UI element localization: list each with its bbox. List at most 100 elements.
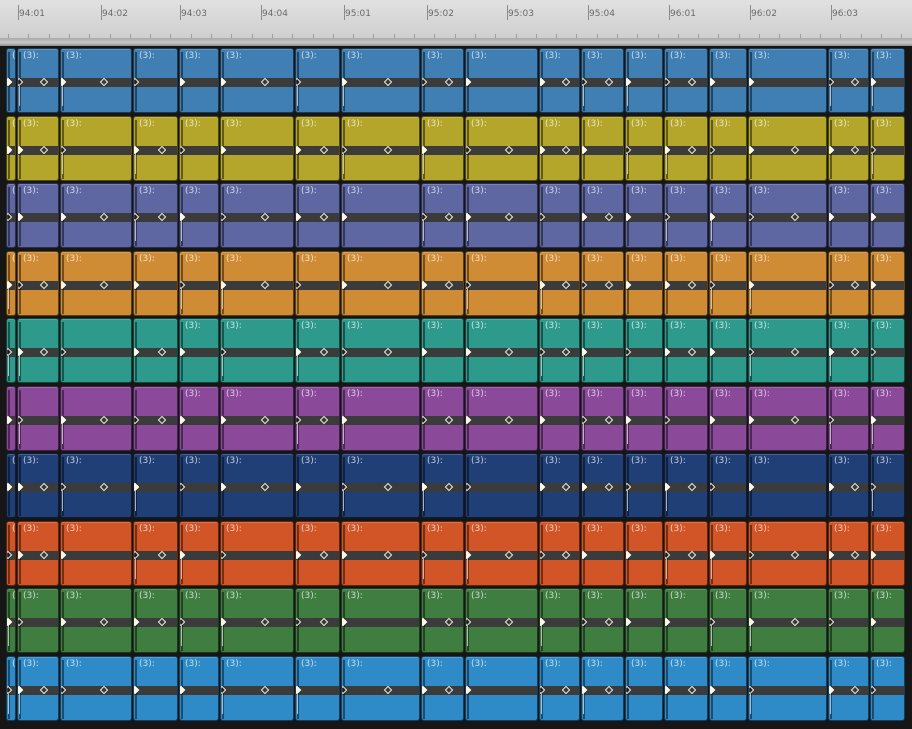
- audio-clip[interactable]: (3):: [6, 588, 16, 653]
- fade-handle[interactable]: [627, 491, 628, 511]
- audio-clip[interactable]: (3):: [465, 453, 538, 518]
- automation-lane[interactable]: [61, 281, 131, 290]
- audio-clip[interactable]: (3):: [828, 521, 869, 586]
- audio-clip[interactable]: (3):: [220, 318, 294, 383]
- fade-handle[interactable]: [666, 491, 667, 511]
- audio-clip[interactable]: (3):: [17, 251, 59, 316]
- automation-lane[interactable]: [180, 213, 218, 222]
- automation-lane[interactable]: [829, 213, 868, 222]
- automation-lane[interactable]: [871, 483, 904, 492]
- audio-clip[interactable]: (3):: [179, 453, 219, 518]
- automation-lane[interactable]: [749, 281, 826, 290]
- automation-lane[interactable]: [582, 213, 623, 222]
- audio-clip[interactable]: (3):: [295, 48, 340, 113]
- automation-lane[interactable]: [134, 78, 177, 87]
- audio-clip[interactable]: (3):: [295, 386, 340, 451]
- fade-handle[interactable]: [8, 289, 9, 309]
- audio-clip[interactable]: (3):: [709, 453, 747, 518]
- audio-clip[interactable]: [60, 386, 132, 451]
- automation-lane[interactable]: [466, 281, 537, 290]
- fade-handle[interactable]: [19, 356, 20, 376]
- automation-lane[interactable]: [180, 686, 218, 695]
- automation-lane[interactable]: [665, 78, 707, 87]
- fade-handle[interactable]: [583, 86, 584, 106]
- automation-lane[interactable]: [422, 213, 463, 222]
- automation-lane[interactable]: [134, 686, 177, 695]
- automation-lane[interactable]: [61, 483, 131, 492]
- automation-lane[interactable]: [582, 686, 623, 695]
- automation-lane[interactable]: [221, 78, 293, 87]
- automation-lane[interactable]: [466, 618, 537, 627]
- audio-clip[interactable]: (3):: [828, 588, 869, 653]
- automation-lane[interactable]: [466, 348, 537, 357]
- automation-lane[interactable]: [626, 146, 662, 155]
- fade-handle[interactable]: [343, 424, 344, 444]
- automation-lane[interactable]: [221, 348, 293, 357]
- audio-clip[interactable]: (3):: [341, 656, 420, 721]
- audio-clip[interactable]: (3):: [539, 588, 580, 653]
- automation-lane[interactable]: [296, 416, 339, 425]
- fade-handle[interactable]: [583, 356, 584, 376]
- automation-lane[interactable]: [18, 78, 58, 87]
- automation-lane[interactable]: [422, 551, 463, 560]
- audio-clip[interactable]: (3):: [465, 48, 538, 113]
- automation-lane[interactable]: [296, 213, 339, 222]
- audio-clip[interactable]: (3):: [295, 453, 340, 518]
- automation-lane[interactable]: [710, 213, 746, 222]
- automation-lane[interactable]: [61, 78, 131, 87]
- automation-lane[interactable]: [626, 551, 662, 560]
- audio-clip[interactable]: (3):: [664, 521, 708, 586]
- automation-lane[interactable]: [180, 551, 218, 560]
- audio-clip[interactable]: (3):: [6, 48, 16, 113]
- audio-clip[interactable]: (3):: [828, 183, 869, 248]
- audio-clip[interactable]: (3):: [581, 116, 624, 181]
- fade-handle[interactable]: [666, 221, 667, 241]
- audio-clip[interactable]: (3):: [60, 48, 132, 113]
- automation-lane[interactable]: [134, 146, 177, 155]
- fade-handle[interactable]: [711, 221, 712, 241]
- automation-lane[interactable]: [829, 146, 868, 155]
- automation-lane[interactable]: [665, 281, 707, 290]
- fade-handle[interactable]: [135, 154, 136, 174]
- audio-clip[interactable]: (3):: [341, 521, 420, 586]
- fade-handle[interactable]: [830, 424, 831, 444]
- automation-lane[interactable]: [61, 551, 131, 560]
- audio-clip[interactable]: (3):: [421, 251, 464, 316]
- audio-clip[interactable]: (3):: [539, 453, 580, 518]
- fade-handle[interactable]: [19, 86, 20, 106]
- audio-clip[interactable]: (3):: [539, 521, 580, 586]
- audio-clip[interactable]: (3):: [421, 588, 464, 653]
- automation-lane[interactable]: [582, 348, 623, 357]
- automation-lane[interactable]: [582, 416, 623, 425]
- automation-lane[interactable]: [422, 348, 463, 357]
- audio-clip[interactable]: (3):: [664, 386, 708, 451]
- automation-lane[interactable]: [540, 348, 579, 357]
- audio-clip[interactable]: [17, 318, 59, 383]
- audio-clip[interactable]: (3):: [341, 251, 420, 316]
- automation-lane[interactable]: [342, 281, 419, 290]
- automation-lane[interactable]: [342, 686, 419, 695]
- audio-clip[interactable]: [6, 318, 16, 383]
- audio-clip[interactable]: (3):: [179, 318, 219, 383]
- automation-lane[interactable]: [665, 348, 707, 357]
- fade-handle[interactable]: [181, 626, 182, 646]
- fade-handle[interactable]: [8, 694, 9, 714]
- audio-clip[interactable]: (3):: [664, 656, 708, 721]
- audio-clip[interactable]: (3):: [870, 386, 905, 451]
- automation-lane[interactable]: [296, 618, 339, 627]
- automation-lane[interactable]: [61, 686, 131, 695]
- fade-handle[interactable]: [750, 356, 751, 376]
- audio-clip[interactable]: (3):: [709, 116, 747, 181]
- automation-lane[interactable]: [296, 686, 339, 695]
- automation-lane[interactable]: [422, 146, 463, 155]
- audio-clip[interactable]: (3):: [341, 386, 420, 451]
- automation-lane[interactable]: [342, 416, 419, 425]
- automation-lane[interactable]: [466, 483, 537, 492]
- audio-clip[interactable]: (3):: [870, 588, 905, 653]
- audio-clip[interactable]: (3):: [709, 521, 747, 586]
- ruler-scrollbar[interactable]: [0, 38, 912, 46]
- audio-clip[interactable]: (3):: [625, 48, 663, 113]
- automation-lane[interactable]: [180, 348, 218, 357]
- automation-lane[interactable]: [710, 618, 746, 627]
- automation-lane[interactable]: [582, 78, 623, 87]
